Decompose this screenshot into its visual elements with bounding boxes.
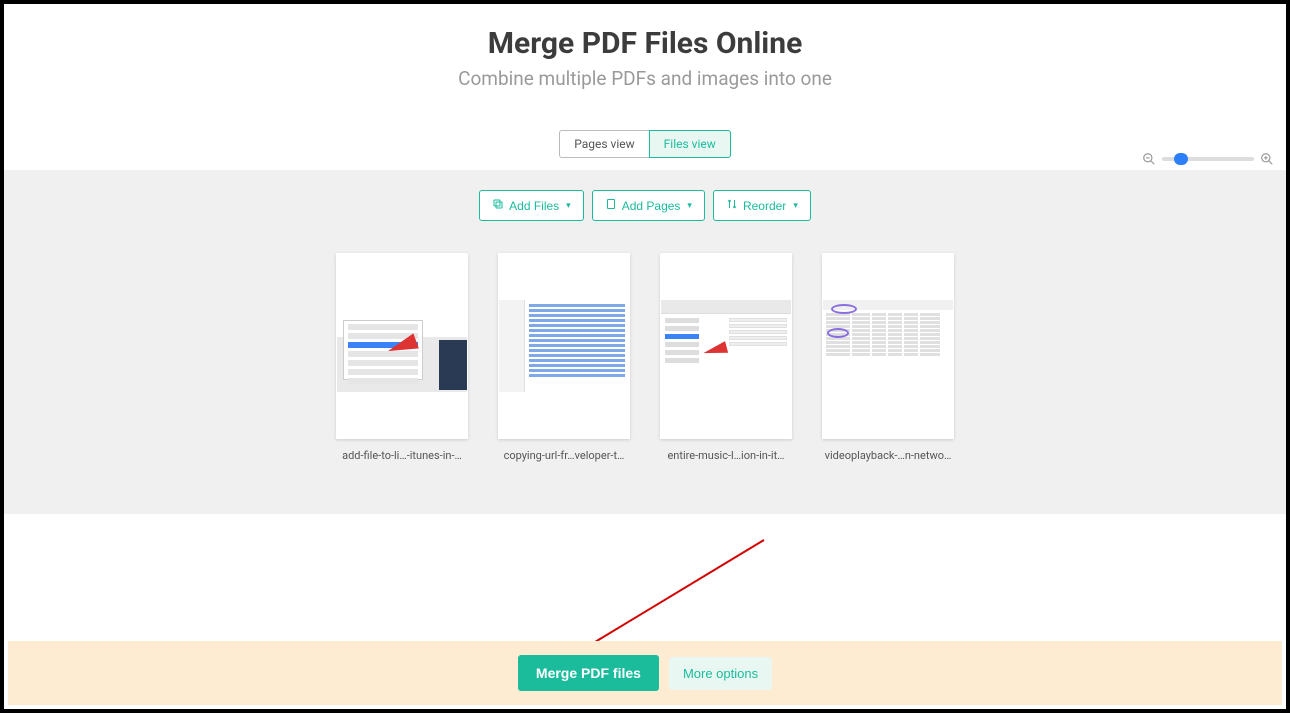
copy-icon	[492, 198, 504, 213]
thumbnail-label: add-file-to-li…-itunes-in-…	[342, 449, 462, 462]
add-files-label: Add Files	[509, 199, 559, 213]
reorder-icon	[726, 198, 738, 213]
more-options-button[interactable]: More options	[669, 657, 772, 690]
zoom-out-icon[interactable]	[1142, 152, 1156, 166]
zoom-in-icon[interactable]	[1260, 152, 1274, 166]
reorder-button[interactable]: Reorder ▾	[713, 190, 811, 221]
add-pages-button[interactable]: Add Pages ▾	[592, 190, 705, 221]
thumbnail-preview	[336, 253, 468, 439]
page-title: Merge PDF Files Online	[4, 26, 1286, 61]
chevron-down-icon: ▾	[566, 200, 571, 211]
file-thumbnail[interactable]: add-file-to-li…-itunes-in-…	[336, 253, 468, 462]
file-thumbnail[interactable]: videoplayback-…n-netwo…	[822, 253, 954, 462]
tab-pages-view[interactable]: Pages view	[559, 130, 649, 158]
add-pages-label: Add Pages	[622, 199, 681, 213]
thumbnail-preview	[660, 253, 792, 439]
view-tabs: Pages view Files view	[4, 130, 1286, 158]
reorder-label: Reorder	[743, 199, 786, 213]
file-thumbnails: add-file-to-li…-itunes-in-… copying-url-…	[4, 253, 1286, 462]
zoom-controls	[1142, 152, 1274, 166]
thumbnail-preview	[498, 253, 630, 439]
chevron-down-icon: ▾	[687, 200, 692, 211]
chevron-down-icon: ▾	[793, 200, 798, 211]
file-thumbnail[interactable]: copying-url-fr…veloper-t…	[498, 253, 630, 462]
page-icon	[605, 198, 617, 213]
workspace: Add Files ▾ Add Pages ▾ Reorder ▾	[4, 170, 1286, 514]
thumbnail-label: videoplayback-…n-netwo…	[825, 449, 952, 462]
thumbnail-preview	[822, 253, 954, 439]
app-frame: Merge PDF Files Online Combine multiple …	[0, 0, 1290, 713]
footer-bar: Merge PDF files More options	[8, 641, 1282, 705]
header: Merge PDF Files Online Combine multiple …	[4, 4, 1286, 90]
thumbnail-label: copying-url-fr…veloper-t…	[504, 449, 625, 462]
page-subtitle: Combine multiple PDFs and images into on…	[4, 67, 1286, 90]
tab-files-view[interactable]: Files view	[649, 130, 731, 158]
zoom-slider-thumb[interactable]	[1174, 153, 1188, 165]
add-files-button[interactable]: Add Files ▾	[479, 190, 584, 221]
file-thumbnail[interactable]: entire-music-l…ion-in-it…	[660, 253, 792, 462]
merge-pdf-button[interactable]: Merge PDF files	[518, 655, 659, 691]
zoom-slider[interactable]	[1162, 157, 1254, 161]
toolbar: Add Files ▾ Add Pages ▾ Reorder ▾	[479, 190, 811, 221]
thumbnail-label: entire-music-l…ion-in-it…	[667, 449, 784, 462]
